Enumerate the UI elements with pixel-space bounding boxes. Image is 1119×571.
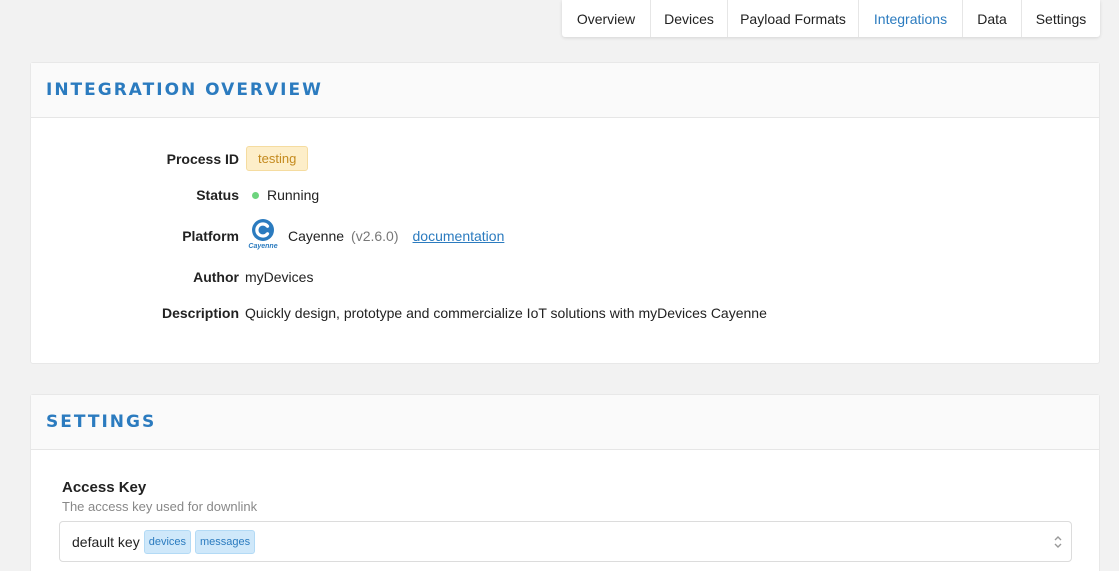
tab-payload-formats[interactable]: Payload Formats: [728, 0, 859, 37]
tab-devices[interactable]: Devices: [651, 0, 728, 37]
overview-card-header: INTEGRATION OVERVIEW: [31, 63, 1099, 118]
cayenne-logo-icon: Cayenne: [246, 218, 280, 254]
status-indicator-icon: [252, 191, 259, 199]
status-label: Status: [196, 187, 239, 203]
right-chip-messages: messages: [195, 529, 256, 554]
process-id-label: Process ID: [166, 150, 239, 167]
access-key-description: The access key used for downlink: [62, 499, 258, 514]
access-key-select[interactable]: default key devices messages: [59, 521, 1072, 562]
top-tab-bar: Overview Devices Payload Formats Integra…: [562, 0, 1100, 37]
description-value: Quickly design, prototype and commercial…: [245, 305, 767, 321]
status-row: Status Running: [31, 187, 319, 203]
tab-overview[interactable]: Overview: [562, 0, 651, 37]
author-label: Author: [193, 269, 239, 285]
tab-integrations[interactable]: Integrations: [859, 0, 963, 37]
overview-title: INTEGRATION OVERVIEW: [46, 80, 323, 100]
author-value: myDevices: [245, 269, 314, 285]
description-row: Description Quickly design, prototype an…: [31, 305, 767, 321]
settings-card: SETTINGS Access Key The access key used …: [30, 394, 1100, 571]
right-chip-devices: devices: [143, 529, 192, 554]
tab-settings[interactable]: Settings: [1022, 0, 1100, 37]
platform-name: Cayenne: [288, 228, 345, 244]
access-key-selected-value: default key: [72, 533, 140, 550]
process-id-row: Process ID testing: [31, 146, 309, 171]
access-key-label: Access Key: [62, 479, 147, 496]
cayenne-logo-text: Cayenne: [248, 243, 278, 250]
description-label: Description: [161, 305, 239, 321]
documentation-link[interactable]: documentation: [413, 228, 505, 244]
settings-title: SETTINGS: [46, 412, 157, 432]
platform-label: Platform: [182, 228, 239, 244]
author-row: Author myDevices: [31, 269, 313, 285]
process-id-badge: testing: [246, 146, 309, 171]
tab-data[interactable]: Data: [963, 0, 1022, 37]
platform-row: Platform Cayenne Cayenne (v2.6.0) docume…: [31, 218, 504, 254]
status-value: Running: [267, 187, 320, 203]
integration-overview-card: INTEGRATION OVERVIEW Process ID testing …: [30, 62, 1100, 364]
platform-version: (v2.6.0): [351, 228, 399, 244]
select-arrows-icon[interactable]: [1053, 534, 1063, 550]
settings-card-header: SETTINGS: [31, 395, 1099, 450]
